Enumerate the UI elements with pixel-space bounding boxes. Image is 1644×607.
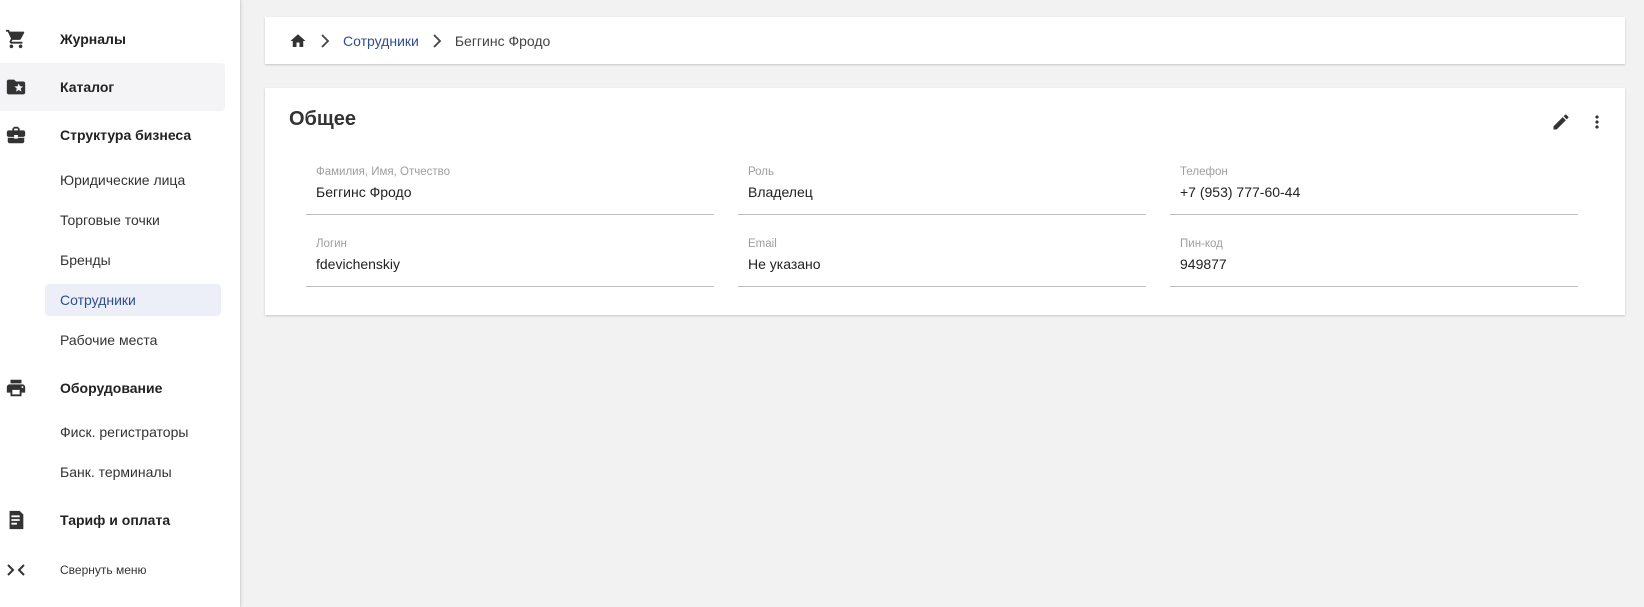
- chevron-right-icon: [429, 33, 445, 49]
- folder-star-icon: [4, 75, 28, 99]
- phone-field[interactable]: Телефон +7 (953) 777-60-44: [1170, 164, 1578, 215]
- nav-catalog-label: Каталог: [60, 79, 115, 95]
- sidebar-item-label: Сотрудники: [60, 292, 136, 308]
- field-label: Логин: [316, 238, 347, 250]
- breadcrumb-link-employees[interactable]: Сотрудники: [343, 33, 419, 49]
- collapse-arrows-icon: [4, 558, 28, 582]
- sidebar-item-label: Рабочие места: [60, 332, 158, 348]
- nav-journals[interactable]: Журналы: [0, 15, 225, 63]
- nav-journals-label: Журналы: [60, 31, 126, 47]
- nav-equipment-label: Оборудование: [60, 380, 163, 396]
- role-field[interactable]: Роль Владелец: [738, 164, 1146, 215]
- nav-tariff-label: Тариф и оплата: [60, 512, 171, 528]
- field-label: Роль: [748, 166, 775, 178]
- sidebar-item-outlets[interactable]: Торговые точки: [45, 204, 221, 236]
- sidebar-item-label: Банк. терминалы: [60, 464, 172, 480]
- card-title: Общее: [289, 108, 357, 130]
- sidebar-item-fiscal-registers[interactable]: Фиск. регистраторы: [45, 416, 221, 448]
- cart-icon: [4, 27, 28, 51]
- sidebar-item-bank-terminals[interactable]: Банк. терминалы: [45, 456, 221, 488]
- nav-business-structure-label: Структура бизнеса: [60, 127, 192, 143]
- briefcase-icon: [4, 123, 28, 147]
- field-value: Не указано: [748, 256, 821, 272]
- sidebar-item-legal-entities[interactable]: Юридические лица: [45, 164, 221, 196]
- pin-code-field[interactable]: Пин-код 949877: [1170, 236, 1578, 287]
- sidebar-item-label: Фиск. регистраторы: [60, 424, 189, 440]
- collapse-menu-label: Свернуть меню: [60, 563, 147, 577]
- field-label: Фамилия, Имя, Отчество: [316, 166, 451, 178]
- nav-tariff[interactable]: Тариф и оплата: [0, 496, 225, 544]
- login-field[interactable]: Логин fdevichenskiy: [306, 236, 714, 287]
- field-label: Пин-код: [1180, 238, 1223, 250]
- sidebar-item-label: Юридические лица: [60, 172, 186, 188]
- nav-equipment[interactable]: Оборудование: [0, 364, 225, 412]
- nav-business-structure[interactable]: Структура бизнеса: [0, 111, 225, 159]
- sidebar-item-label: Бренды: [60, 252, 111, 268]
- home-icon[interactable]: [289, 32, 307, 50]
- field-value: +7 (953) 777-60-44: [1180, 184, 1301, 200]
- field-value: 949877: [1180, 256, 1227, 272]
- sidebar-item-brands[interactable]: Бренды: [45, 244, 221, 276]
- field-value: Владелец: [748, 184, 813, 200]
- general-info-card: Общее Фамилия, Имя, Отчество Беггинс Фро…: [265, 88, 1625, 315]
- field-value: Беггинс Фродо: [316, 184, 412, 200]
- edit-button[interactable]: [1543, 106, 1579, 142]
- more-vert-icon: [1587, 112, 1607, 137]
- sidebar-item-employees[interactable]: Сотрудники: [45, 284, 221, 316]
- receipt-icon: [4, 508, 28, 532]
- full-name-field[interactable]: Фамилия, Имя, Отчество Беггинс Фродо: [306, 164, 714, 215]
- sidebar: Журналы Каталог Структура бизнеса Юридич…: [0, 0, 241, 607]
- sidebar-item-label: Торговые точки: [60, 212, 160, 228]
- field-label: Email: [748, 238, 777, 250]
- field-value: fdevichenskiy: [316, 256, 401, 272]
- nav-catalog[interactable]: Каталог: [0, 63, 225, 111]
- breadcrumb: Сотрудники Беггинс Фродо: [265, 17, 1625, 64]
- chevron-right-icon: [317, 33, 333, 49]
- breadcrumb-current: Беггинс Фродо: [454, 32, 551, 49]
- field-label: Телефон: [1180, 166, 1228, 178]
- collapse-menu-button[interactable]: Свернуть меню: [0, 558, 225, 582]
- pencil-icon: [1551, 112, 1571, 137]
- email-field[interactable]: Email Не указано: [738, 236, 1146, 287]
- printer-icon: [4, 376, 28, 400]
- sidebar-item-workplaces[interactable]: Рабочие места: [45, 324, 221, 356]
- more-options-button[interactable]: [1579, 106, 1615, 142]
